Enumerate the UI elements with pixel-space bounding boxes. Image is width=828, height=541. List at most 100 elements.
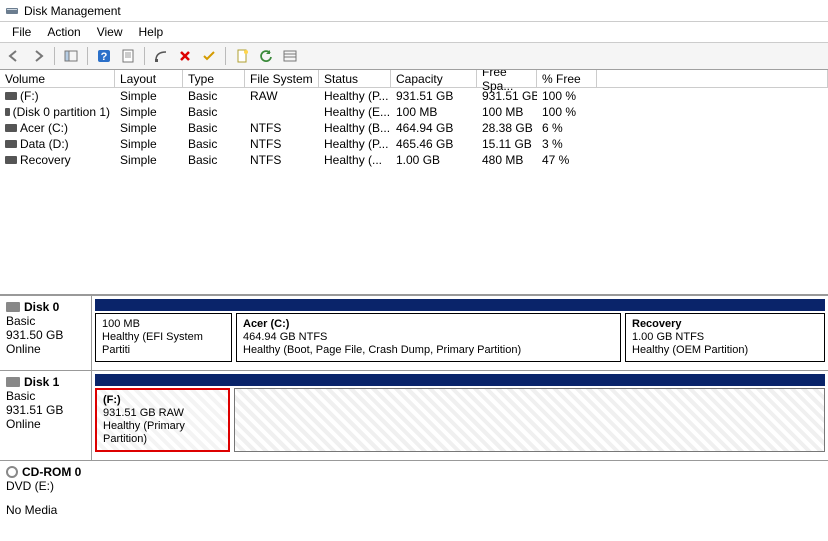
hdd-icon (6, 302, 20, 312)
volume-cell-fs: NTFS (245, 136, 319, 152)
volume-row[interactable]: Acer (C:)SimpleBasicNTFSHealthy (B...464… (0, 120, 828, 136)
partition-name: Acer (C:) (243, 318, 614, 331)
partition-extended[interactable] (234, 388, 825, 452)
disk-info-cd: CD-ROM 0 DVD (E:) No Media (0, 461, 92, 533)
back-icon[interactable] (3, 45, 25, 67)
volume-cell-status: Healthy (B... (319, 120, 391, 136)
partition-status: Healthy (EFI System Partiti (102, 331, 225, 357)
volume-cell-type: Basic (183, 88, 245, 104)
partition-c[interactable]: Acer (C:) 464.94 GB NTFS Healthy (Boot, … (236, 313, 621, 362)
disk-media: No Media (6, 503, 86, 517)
col-volume[interactable]: Volume (0, 70, 115, 88)
volume-cell-pfree: 47 % (537, 152, 597, 168)
partition-recovery[interactable]: Recovery 1.00 GB NTFS Healthy (OEM Parti… (625, 313, 825, 362)
menu-file[interactable]: File (4, 23, 39, 41)
disk-type: DVD (E:) (6, 479, 86, 493)
toolbar: ? (0, 42, 828, 70)
volume-cell-type: Basic (183, 152, 245, 168)
volume-cell-fs: NTFS (245, 152, 319, 168)
volume-cell-cap: 931.51 GB (391, 88, 477, 104)
volume-cell-type: Basic (183, 104, 245, 120)
disk-header-bar (95, 299, 825, 311)
volume-cell-free: 15.11 GB (477, 136, 537, 152)
volume-icon (5, 108, 10, 116)
partition-f-raw[interactable]: (F:) 931.51 GB RAW Healthy (Primary Part… (95, 388, 230, 452)
disk-name: CD-ROM 0 (22, 465, 81, 479)
volume-cell-free: 480 MB (477, 152, 537, 168)
volume-icon (5, 156, 17, 164)
window-title: Disk Management (24, 4, 121, 18)
disk-header-bar (95, 374, 825, 386)
cd-icon (6, 466, 18, 478)
disk-type: Basic (6, 314, 85, 328)
app-icon (5, 4, 19, 18)
col-type[interactable]: Type (183, 70, 245, 88)
col-percent-free[interactable]: % Free (537, 70, 597, 88)
disk-name: Disk 0 (24, 300, 59, 314)
delete-icon[interactable] (174, 45, 196, 67)
volume-cell-cap: 465.46 GB (391, 136, 477, 152)
volume-cell-status: Healthy (... (319, 152, 391, 168)
disk-info-1: Disk 1 Basic 931.51 GB Online (0, 371, 92, 460)
col-status[interactable]: Status (319, 70, 391, 88)
toolbar-separator (144, 47, 145, 65)
new-icon[interactable] (231, 45, 253, 67)
partition-efi[interactable]: 100 MB Healthy (EFI System Partiti (95, 313, 232, 362)
volume-cell-cap: 1.00 GB (391, 152, 477, 168)
show-hide-icon[interactable] (60, 45, 82, 67)
volume-cell-name: Acer (C:) (0, 120, 115, 136)
disk-type: Basic (6, 389, 85, 403)
col-layout[interactable]: Layout (115, 70, 183, 88)
disk-state: Online (6, 342, 85, 356)
hdd-icon (6, 377, 20, 387)
disk-map-1: (F:) 931.51 GB RAW Healthy (Primary Part… (92, 371, 828, 460)
toolbar-separator (87, 47, 88, 65)
disk-name: Disk 1 (24, 375, 59, 389)
volume-row[interactable]: (F:)SimpleBasicRAWHealthy (P...931.51 GB… (0, 88, 828, 104)
toolbar-separator (225, 47, 226, 65)
volume-cell-layout: Simple (115, 152, 183, 168)
volume-cell-fs: RAW (245, 88, 319, 104)
volume-cell-layout: Simple (115, 136, 183, 152)
help-icon[interactable]: ? (93, 45, 115, 67)
disk-size: 931.51 GB (6, 403, 85, 417)
toolbar-separator (54, 47, 55, 65)
partition-size: 931.51 GB RAW (103, 407, 222, 420)
volume-cell-name: (F:) (0, 88, 115, 104)
volume-icon (5, 124, 17, 132)
col-filesystem[interactable]: File System (245, 70, 319, 88)
disk-row-1[interactable]: Disk 1 Basic 931.51 GB Online (F:) 931.5… (0, 371, 828, 461)
col-free-space[interactable]: Free Spa... (477, 70, 537, 88)
volume-icon (5, 92, 17, 100)
volume-cell-type: Basic (183, 136, 245, 152)
menu-view[interactable]: View (89, 23, 131, 41)
menu-help[interactable]: Help (131, 23, 172, 41)
volume-cell-status: Healthy (P... (319, 136, 391, 152)
refresh-icon[interactable] (255, 45, 277, 67)
volume-cell-name: Data (D:) (0, 136, 115, 152)
disk-row-cd[interactable]: CD-ROM 0 DVD (E:) No Media (0, 461, 828, 533)
menubar: File Action View Help (0, 22, 828, 42)
volume-row[interactable]: Data (D:)SimpleBasicNTFSHealthy (P...465… (0, 136, 828, 152)
forward-icon[interactable] (27, 45, 49, 67)
volume-cell-layout: Simple (115, 120, 183, 136)
volume-list[interactable]: Volume Layout Type File System Status Ca… (0, 70, 828, 295)
disk-map-0: 100 MB Healthy (EFI System Partiti Acer … (92, 296, 828, 370)
disk-row-0[interactable]: Disk 0 Basic 931.50 GB Online 100 MB Hea… (0, 296, 828, 371)
col-capacity[interactable]: Capacity (391, 70, 477, 88)
list-icon[interactable] (279, 45, 301, 67)
disk-graphical-view[interactable]: Disk 0 Basic 931.50 GB Online 100 MB Hea… (0, 295, 828, 541)
titlebar: Disk Management (0, 0, 828, 22)
volume-row[interactable]: RecoverySimpleBasicNTFSHealthy (...1.00 … (0, 152, 828, 168)
menu-action[interactable]: Action (39, 23, 88, 41)
volume-icon (5, 140, 17, 148)
script-icon[interactable] (150, 45, 172, 67)
volume-header-row: Volume Layout Type File System Status Ca… (0, 70, 828, 88)
volume-row[interactable]: (Disk 0 partition 1)SimpleBasicHealthy (… (0, 104, 828, 120)
volume-cell-name: Recovery (0, 152, 115, 168)
volume-cell-free: 100 MB (477, 104, 537, 120)
check-icon[interactable] (198, 45, 220, 67)
col-empty (597, 70, 828, 88)
partition-status: Healthy (Primary Partition) (103, 420, 222, 446)
properties-icon[interactable] (117, 45, 139, 67)
